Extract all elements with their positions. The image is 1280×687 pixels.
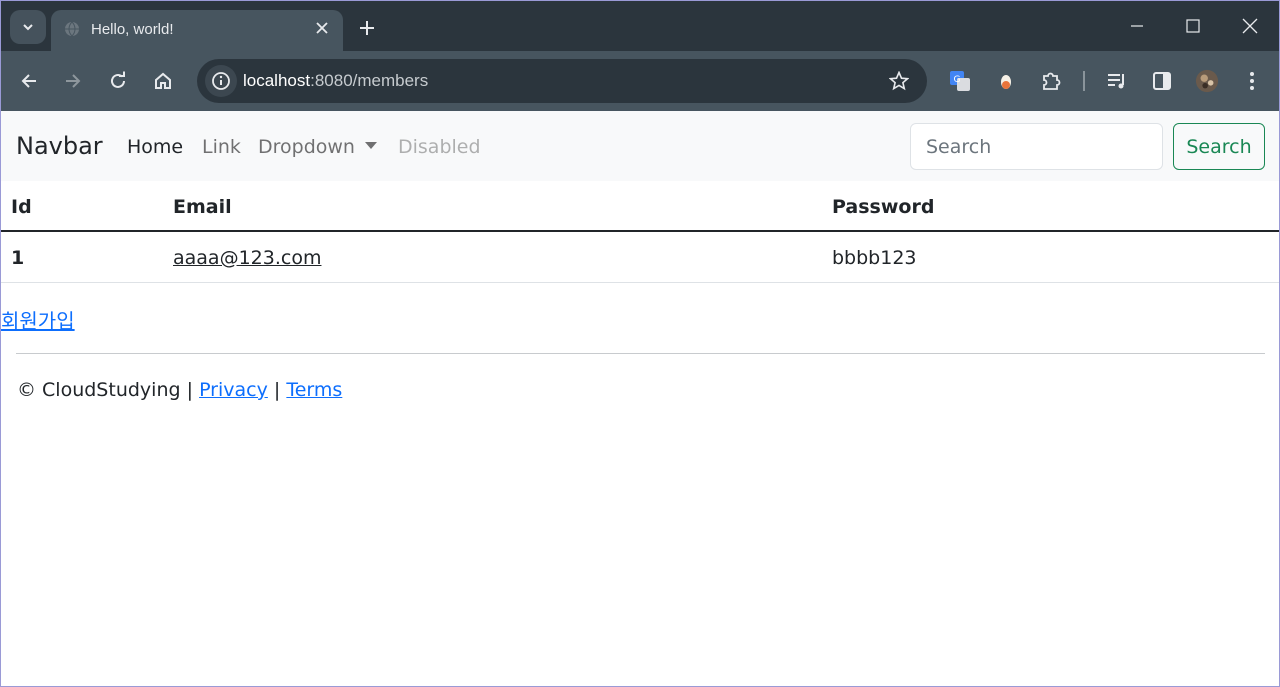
media-control-button[interactable] bbox=[1105, 69, 1129, 93]
back-button[interactable] bbox=[17, 69, 41, 93]
bookmark-button[interactable] bbox=[887, 69, 911, 93]
column-header-email: Email bbox=[173, 196, 232, 218]
plus-icon bbox=[360, 21, 374, 35]
column-header-id: Id bbox=[11, 196, 32, 218]
navbar-brand[interactable]: Navbar bbox=[16, 132, 103, 160]
url-path: :8080/members bbox=[310, 71, 429, 90]
svg-text:G: G bbox=[954, 75, 961, 85]
extensions-menu-button[interactable] bbox=[1039, 69, 1063, 93]
nav-link-link[interactable]: Link bbox=[202, 136, 241, 158]
cell-id: 1 bbox=[11, 247, 25, 269]
signup-link[interactable]: 회원가입 bbox=[1, 305, 75, 334]
caret-down-icon bbox=[364, 142, 377, 149]
nav-link-home[interactable]: Home bbox=[127, 136, 183, 158]
navbar: Navbar Home Link Dropdown Disabled Searc… bbox=[1, 111, 1279, 181]
site-info-button[interactable] bbox=[205, 65, 237, 97]
maximize-button[interactable] bbox=[1178, 11, 1208, 41]
side-panel-button[interactable] bbox=[1150, 69, 1174, 93]
reload-button[interactable] bbox=[106, 69, 130, 93]
extension-button[interactable] bbox=[994, 69, 1018, 93]
close-icon bbox=[316, 22, 328, 34]
cell-password: bbbb123 bbox=[832, 247, 917, 269]
translate-extension-button[interactable]: G bbox=[948, 69, 972, 93]
minimize-icon bbox=[1131, 25, 1143, 27]
tab-title: Hello, world! bbox=[91, 21, 174, 38]
kebab-menu-icon bbox=[1250, 72, 1254, 90]
footer-separator: | bbox=[273, 379, 281, 401]
url-host: localhost bbox=[243, 71, 311, 90]
tab-search-button[interactable] bbox=[10, 10, 46, 44]
search-button[interactable]: Search bbox=[1173, 123, 1265, 170]
members-table: Id Email Password 1 aaaa@123.com bbbb123 bbox=[1, 181, 1279, 283]
arrow-left-icon bbox=[21, 74, 36, 88]
cell-email-link[interactable]: aaaa@123.com bbox=[173, 247, 321, 269]
table-row: 1 aaaa@123.com bbbb123 bbox=[1, 232, 1279, 283]
home-icon bbox=[155, 72, 171, 89]
globe-icon bbox=[65, 21, 79, 37]
star-icon bbox=[889, 71, 909, 91]
tab-close-button[interactable] bbox=[313, 19, 331, 37]
nav-dropdown[interactable]: Dropdown bbox=[258, 136, 377, 158]
reload-icon bbox=[111, 71, 125, 88]
chevron-down-icon bbox=[23, 24, 33, 31]
maximize-icon bbox=[1186, 19, 1200, 33]
footer-separator: | bbox=[186, 379, 194, 401]
browser-menu-button[interactable] bbox=[1240, 69, 1264, 93]
browser-toolbar: localhost:8080/members G bbox=[1, 51, 1279, 111]
close-icon bbox=[1242, 18, 1258, 34]
footer-divider bbox=[16, 353, 1265, 354]
forward-button[interactable] bbox=[61, 69, 85, 93]
terms-link[interactable]: Terms bbox=[286, 379, 342, 401]
column-header-password: Password bbox=[832, 196, 935, 218]
profile-button[interactable] bbox=[1195, 69, 1219, 93]
url-text: localhost:8080/members bbox=[243, 71, 428, 91]
nav-link-disabled: Disabled bbox=[398, 136, 481, 158]
google-translate-icon: G bbox=[950, 71, 970, 91]
address-bar[interactable]: localhost:8080/members bbox=[197, 59, 927, 103]
toolbar-divider bbox=[1083, 71, 1085, 91]
browser-tab-strip: Hello, world! bbox=[1, 1, 1279, 52]
browser-tab[interactable]: Hello, world! bbox=[51, 10, 343, 52]
info-icon bbox=[212, 72, 230, 90]
minimize-button[interactable] bbox=[1122, 11, 1152, 41]
extension-drop-icon bbox=[1001, 75, 1011, 89]
window-close-button[interactable] bbox=[1235, 11, 1265, 41]
new-tab-button[interactable] bbox=[356, 17, 378, 39]
home-button[interactable] bbox=[151, 69, 175, 93]
footer-copyright: © CloudStudying bbox=[17, 379, 181, 401]
privacy-link[interactable]: Privacy bbox=[199, 379, 268, 401]
puzzle-icon bbox=[1043, 72, 1061, 90]
arrow-right-icon bbox=[66, 74, 81, 88]
table-header-row: Id Email Password bbox=[1, 181, 1279, 232]
avatar bbox=[1195, 69, 1219, 93]
nav-dropdown-label: Dropdown bbox=[258, 136, 355, 158]
search-input[interactable] bbox=[910, 123, 1163, 170]
playlist-icon bbox=[1108, 74, 1124, 89]
footer: © CloudStudying | Privacy | Terms bbox=[17, 379, 342, 401]
side-panel-icon bbox=[1153, 72, 1171, 90]
